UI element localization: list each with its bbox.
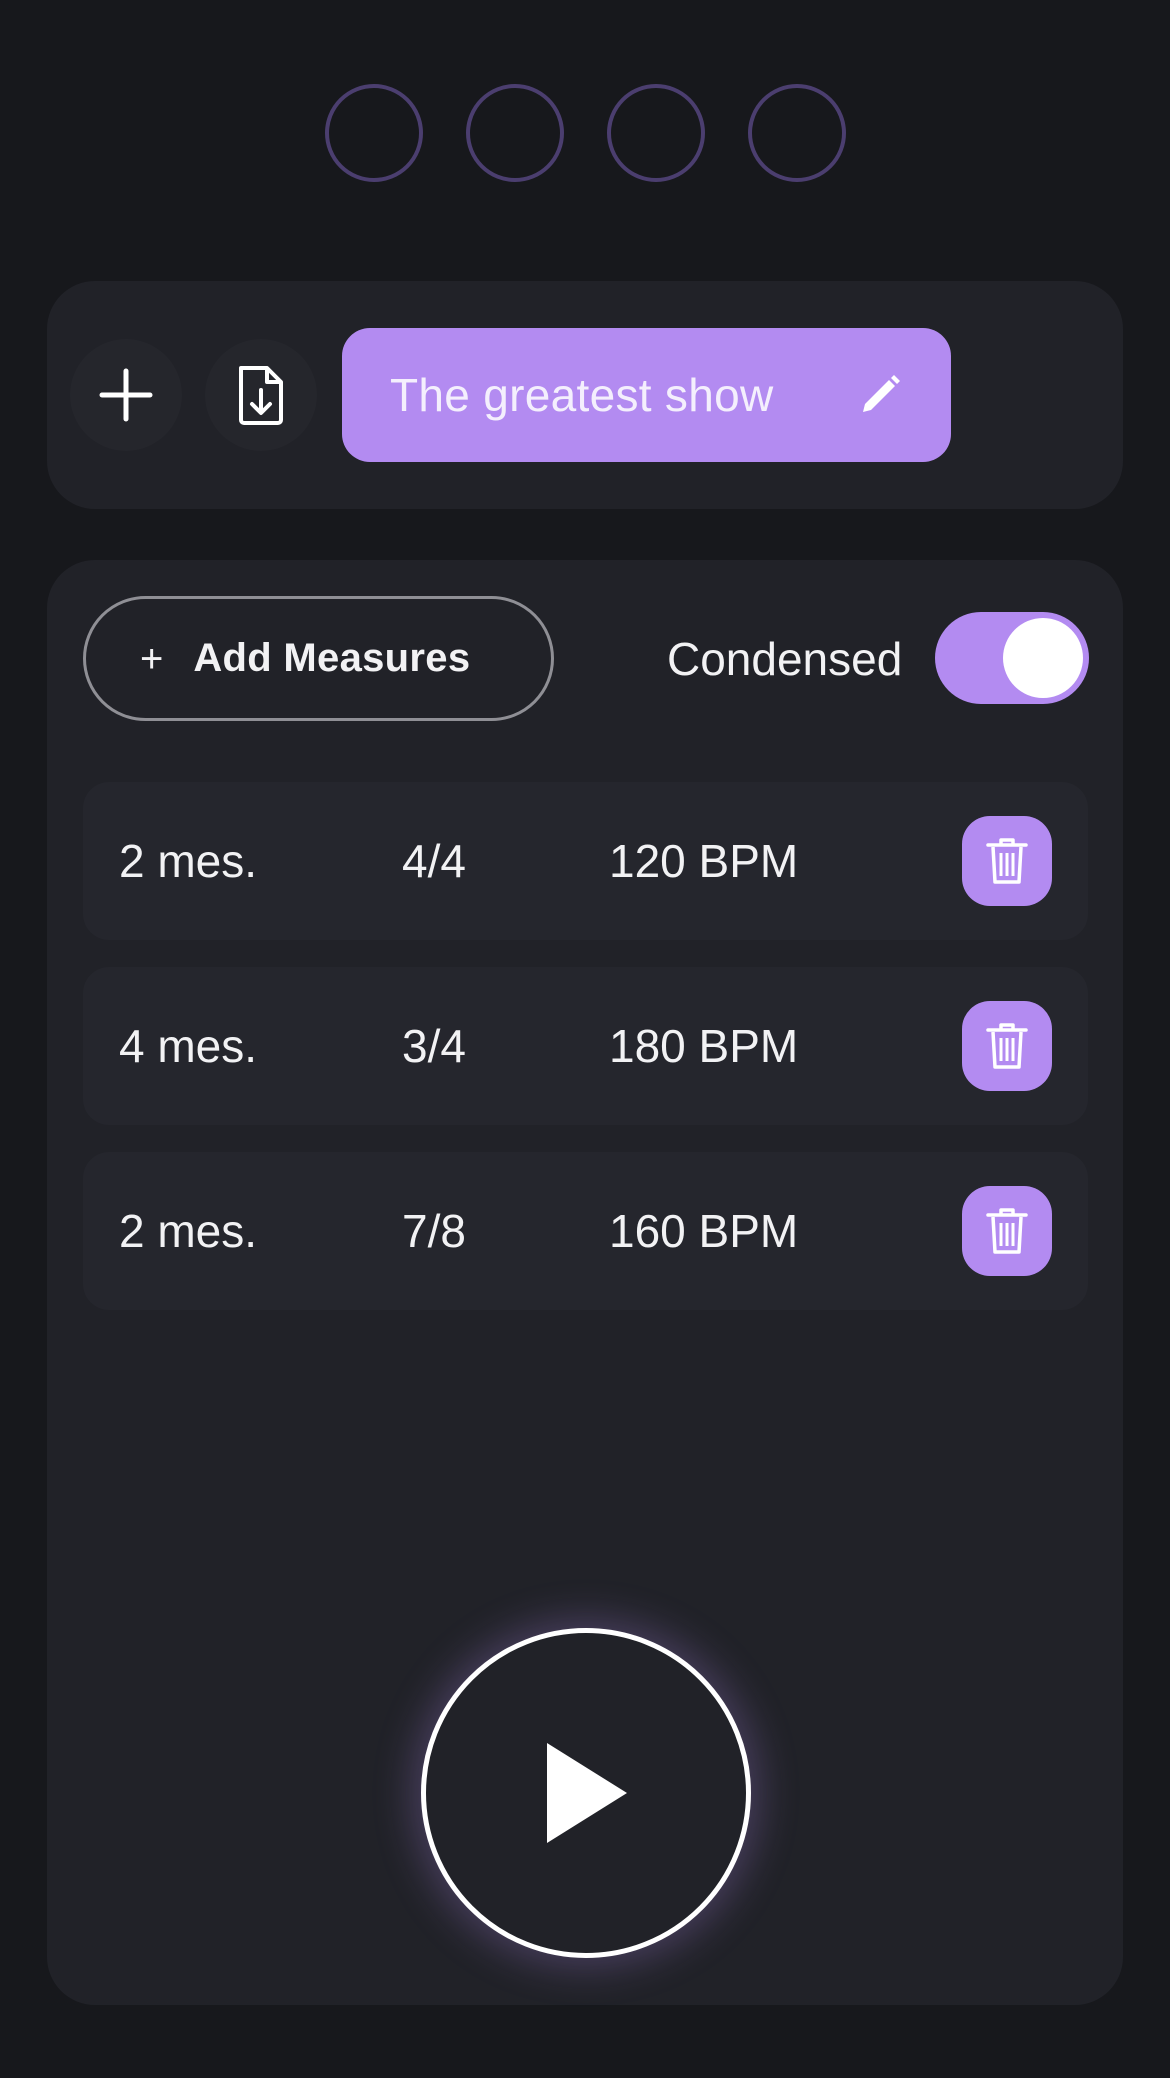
plus-icon xyxy=(99,368,153,422)
trash-icon xyxy=(986,838,1028,884)
time-signature: 7/8 xyxy=(402,1205,466,1257)
metronome-screen: The greatest show + Add Measures Condens… xyxy=(0,0,1170,2078)
time-signature: 4/4 xyxy=(402,835,466,887)
plus-icon: + xyxy=(140,636,164,681)
new-song-button[interactable] xyxy=(70,339,182,451)
measure-count: 2 mes. xyxy=(119,1205,258,1257)
measure-count: 2 mes. xyxy=(119,835,258,887)
delete-measure-button[interactable] xyxy=(962,816,1052,906)
tempo: 160 BPM xyxy=(609,1205,799,1257)
add-measures-label: Add Measures xyxy=(193,636,471,680)
beat-indicator-3 xyxy=(606,84,705,182)
delete-measure-button[interactable] xyxy=(962,1186,1052,1276)
add-measures-button[interactable]: + Add Measures xyxy=(83,596,554,721)
trash-icon xyxy=(986,1208,1028,1254)
beat-indicator-1 xyxy=(324,84,423,182)
condensed-toggle[interactable] xyxy=(935,612,1089,704)
beat-indicator-2 xyxy=(465,84,564,182)
file-download-icon xyxy=(239,366,283,425)
tempo: 120 BPM xyxy=(609,835,799,887)
song-title: The greatest show xyxy=(390,369,774,421)
song-title-button[interactable]: The greatest show xyxy=(342,328,951,462)
time-signature: 3/4 xyxy=(402,1020,466,1072)
delete-measure-button[interactable] xyxy=(962,1001,1052,1091)
play-button[interactable] xyxy=(421,1628,751,1958)
beat-indicator-4 xyxy=(747,84,846,182)
measures-panel: + Add Measures Condensed 2 mes. 4/4 120 … xyxy=(47,560,1123,2005)
condensed-label: Condensed xyxy=(667,633,903,685)
beat-indicators xyxy=(0,84,1170,182)
pencil-icon xyxy=(857,372,903,418)
toggle-knob xyxy=(1003,618,1083,698)
song-toolbar: The greatest show xyxy=(47,281,1123,509)
play-icon xyxy=(547,1743,627,1843)
measure-count: 4 mes. xyxy=(119,1020,258,1072)
import-button[interactable] xyxy=(205,339,317,451)
tempo: 180 BPM xyxy=(609,1020,799,1072)
measure-row[interactable]: 4 mes. 3/4 180 BPM xyxy=(83,967,1088,1125)
measures-list: 2 mes. 4/4 120 BPM 4 mes. 3/4 180 BPM 2 … xyxy=(83,782,1088,1337)
trash-icon xyxy=(986,1023,1028,1069)
measure-row[interactable]: 2 mes. 7/8 160 BPM xyxy=(83,1152,1088,1310)
measure-row[interactable]: 2 mes. 4/4 120 BPM xyxy=(83,782,1088,940)
